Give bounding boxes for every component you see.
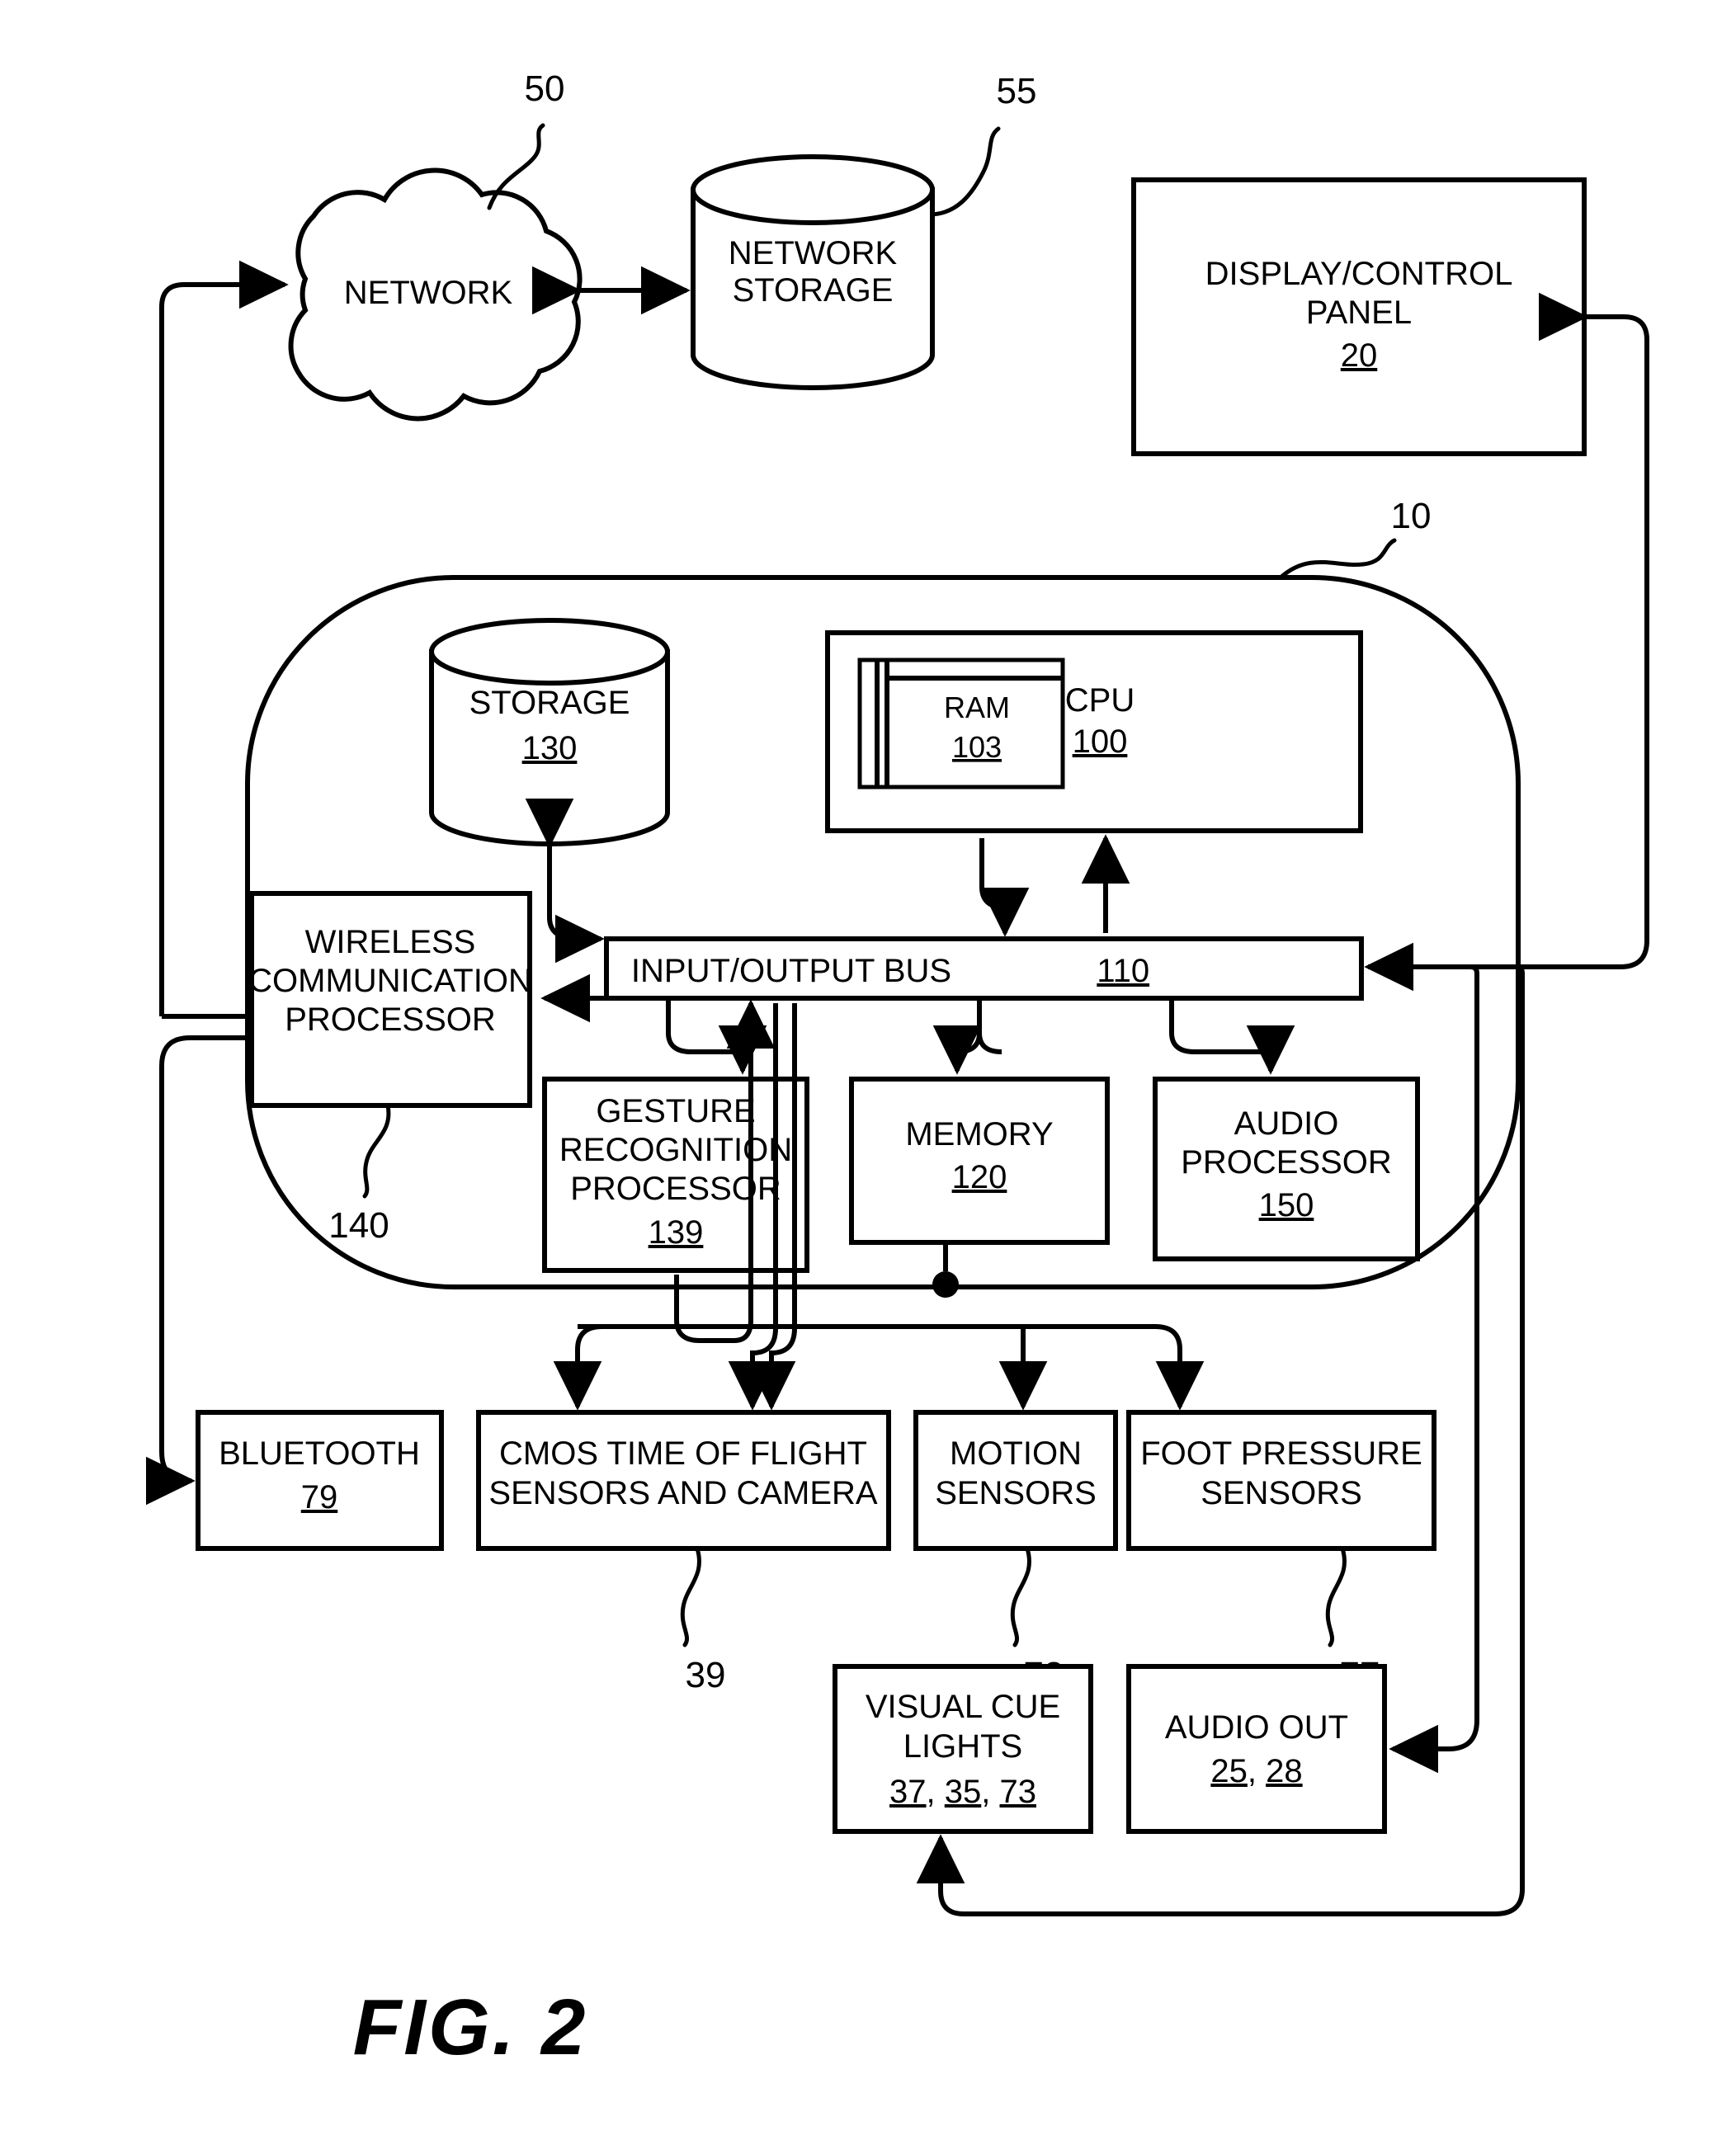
cpu-label: CPU [1065, 682, 1135, 719]
audioout-refs: 25, 28 [1210, 1753, 1302, 1789]
audioout-sep: , [1248, 1753, 1266, 1789]
cmos-label-2: SENSORS AND CAMERA [488, 1475, 878, 1511]
memory-label: MEMORY [905, 1116, 1053, 1152]
foot-label-1: FOOT PRESSURE [1140, 1435, 1422, 1472]
grp-label-2: RECOGNITION [559, 1132, 792, 1168]
vcl-refs: 37, 35, 73 [889, 1774, 1036, 1810]
memory-ref: 120 [952, 1159, 1007, 1195]
ram-label: RAM [944, 691, 1010, 724]
io-bus-bar: INPUT/OUTPUT BUS 110 [604, 936, 1364, 1001]
cpu-ref: 100 [1073, 723, 1128, 760]
junction-dot [932, 1271, 959, 1298]
ref-39: 39 [686, 1655, 726, 1695]
wcp-label-1: WIRELESS [305, 924, 476, 960]
ram-ref: 103 [952, 730, 1002, 764]
ram-box: RAM 103 [857, 658, 1065, 789]
wcp-label-2: COMMUNICATION [248, 963, 532, 999]
foot-pressure-sensors-box: FOOT PRESSURE SENSORS [1126, 1410, 1436, 1551]
figure-canvas: NETWORK 50 NETWORK STORAGE 55 DISPLAY/CO… [0, 0, 1736, 2154]
grp-label-1: GESTURE [596, 1093, 755, 1129]
patent-figure-2: NETWORK 50 NETWORK STORAGE 55 DISPLAY/CO… [145, 68, 1649, 2072]
cmos-tof-box: CMOS TIME OF FLIGHT SENSORS AND CAMERA [476, 1410, 891, 1551]
audio-out-box: AUDIO OUT 25, 28 [1126, 1664, 1387, 1834]
display-control-panel-label-1: DISPLAY/CONTROL [1205, 256, 1513, 292]
vcl-ref-1: 37 [889, 1774, 927, 1810]
storage-cylinder: STORAGE 130 [429, 618, 670, 846]
display-control-panel-box: DISPLAY/CONTROL PANEL 20 [1131, 177, 1587, 456]
grp-ref: 139 [649, 1214, 704, 1251]
gesture-recognition-processor-box: GESTURE RECOGNITION PROCESSOR 139 [542, 1077, 809, 1273]
leader-line-77 [1325, 1546, 1347, 1647]
audio-processor-box: AUDIO PROCESSOR 150 [1153, 1077, 1420, 1261]
wireless-communication-processor-box: WIRELESS COMMUNICATION PROCESSOR [248, 891, 532, 1108]
io-bus-label: INPUT/OUTPUT BUS [631, 953, 951, 989]
network-storage-label-2: STORAGE [733, 272, 894, 309]
edge-rail-to-footpressure [1154, 1324, 1205, 1411]
edge-bus-down-to-cmos-left [553, 1324, 603, 1411]
network-storage-label-1: NETWORK [729, 235, 898, 271]
leader-line-55 [930, 126, 1001, 217]
storage-ref: 130 [522, 730, 578, 766]
figure-caption: FIG. 2 [353, 1983, 588, 2072]
memory-box: MEMORY 120 [849, 1077, 1110, 1245]
ap-label-1: AUDIO [1234, 1105, 1339, 1142]
display-control-panel-ref: 20 [1341, 337, 1378, 374]
ap-ref: 150 [1259, 1187, 1314, 1223]
vcl-sep-2: , [981, 1774, 999, 1810]
bluetooth-label: BLUETOOTH [219, 1435, 420, 1472]
leader-line-39 [680, 1546, 701, 1647]
audioout-ref-2: 28 [1266, 1753, 1303, 1789]
leader-line-10 [1278, 538, 1397, 580]
ref-50: 50 [525, 68, 565, 109]
ap-label-2: PROCESSOR [1181, 1144, 1392, 1181]
network-storage-cylinder: NETWORK STORAGE [691, 154, 935, 390]
bluetooth-box: BLUETOOTH 79 [196, 1410, 444, 1551]
ref-140: 140 [328, 1205, 389, 1246]
bluetooth-ref: 79 [301, 1479, 338, 1515]
network-label: NETWORK [344, 275, 513, 311]
storage-label: STORAGE [469, 685, 630, 721]
motion-sensors-box: MOTION SENSORS [913, 1410, 1118, 1551]
visual-cue-lights-box: VISUAL CUE LIGHTS 37, 35, 73 [833, 1664, 1093, 1834]
cmos-label-1: CMOS TIME OF FLIGHT [499, 1435, 867, 1472]
foot-label-2: SENSORS [1201, 1475, 1362, 1511]
audioout-label: AUDIO OUT [1165, 1709, 1348, 1746]
motion-label-1: MOTION [950, 1435, 1082, 1472]
io-bus-ref: 110 [1097, 953, 1149, 989]
leader-line-73 [1010, 1546, 1031, 1647]
network-cloud: NETWORK [288, 167, 583, 422]
wcp-label-3: PROCESSOR [285, 1002, 496, 1038]
ref-55: 55 [997, 71, 1037, 111]
audioout-ref-1: 25 [1210, 1753, 1248, 1789]
vcl-ref-2: 35 [945, 1774, 982, 1810]
motion-label-2: SENSORS [935, 1475, 1097, 1511]
vcl-sep-1: , [927, 1774, 945, 1810]
vcl-label-1: VISUAL CUE [866, 1689, 1060, 1725]
vcl-label-2: LIGHTS [903, 1728, 1022, 1765]
display-control-panel-label-2: PANEL [1306, 295, 1412, 331]
ref-10: 10 [1391, 496, 1432, 536]
vcl-ref-3: 73 [999, 1774, 1036, 1810]
